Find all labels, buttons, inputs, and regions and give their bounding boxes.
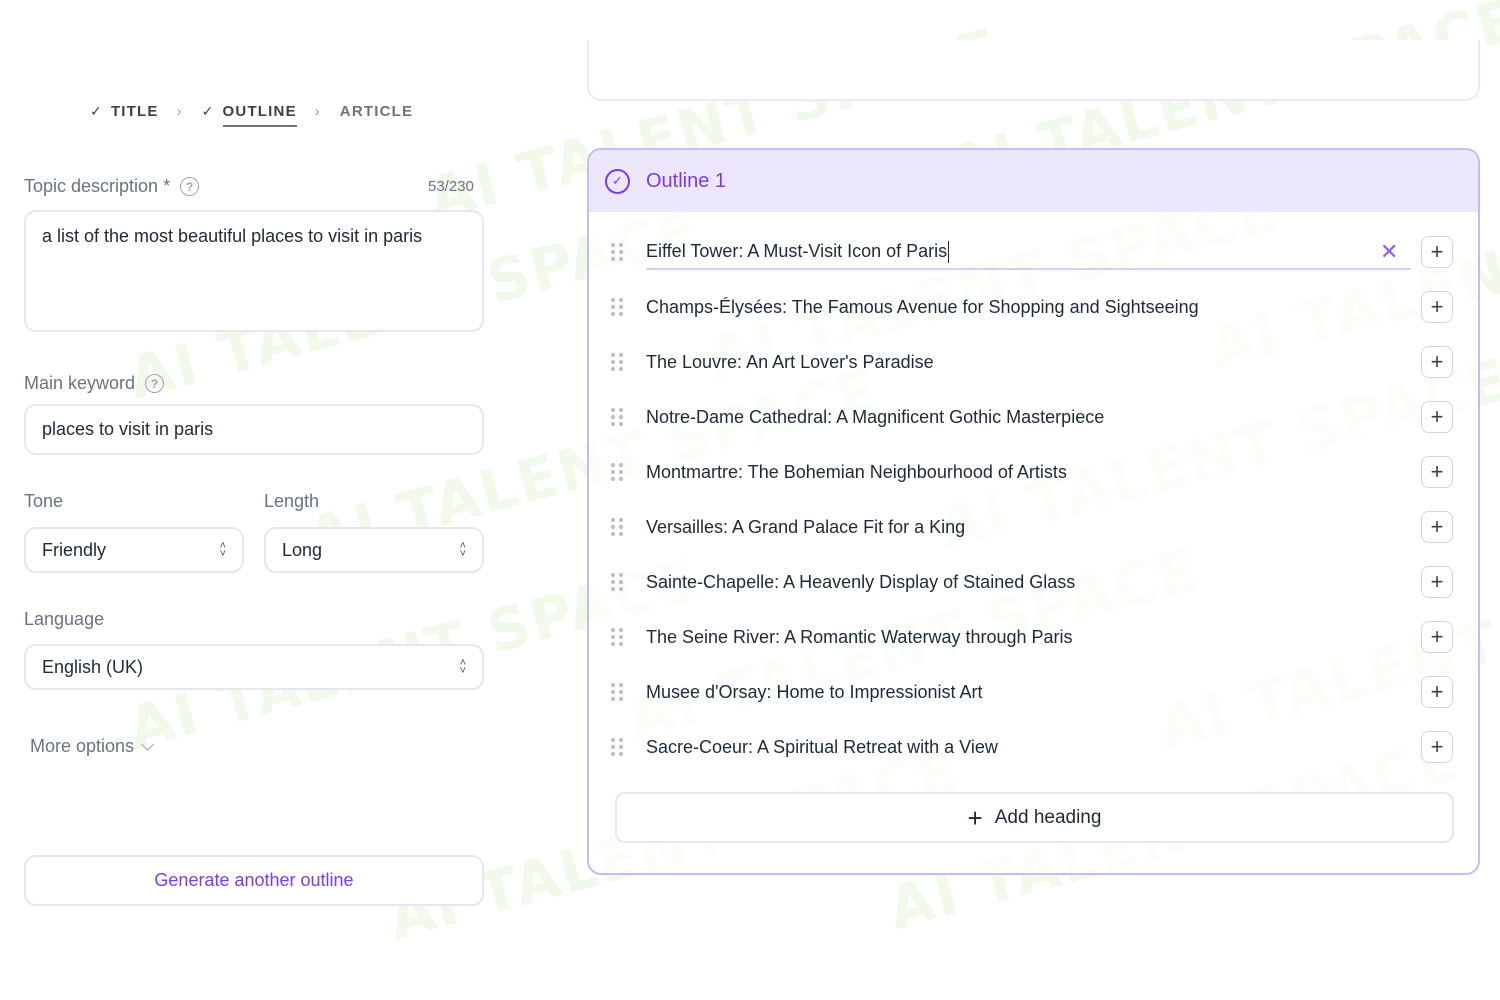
drag-handle-icon[interactable] <box>611 683 623 701</box>
length-select[interactable]: Long ˄ ˅ <box>264 527 484 573</box>
topic-description-textarea[interactable]: a list of the most beautiful places to v… <box>24 210 484 332</box>
drag-handle-icon[interactable] <box>611 408 623 426</box>
language-label: Language <box>24 609 105 629</box>
add-subheading-button[interactable]: + <box>1421 731 1453 763</box>
outline-heading-row[interactable]: The Louvre: An Art Lover's Paradise + <box>589 342 1478 382</box>
heading-text[interactable]: Sacre-Coeur: A Spiritual Retreat with a … <box>646 737 998 758</box>
language-value: English (UK) <box>42 656 144 677</box>
add-subheading-button[interactable]: + <box>1421 511 1453 543</box>
outline-heading-row[interactable]: Notre-Dame Cathedral: A Magnificent Goth… <box>589 397 1478 437</box>
chevron-right-icon: › <box>314 103 320 120</box>
drag-handle-icon[interactable] <box>611 573 623 591</box>
heading-text[interactable]: Notre-Dame Cathedral: A Magnificent Goth… <box>646 407 1104 428</box>
previous-outline-card <box>587 40 1480 101</box>
add-subheading-button[interactable]: + <box>1421 291 1453 323</box>
chevron-down-icon <box>141 737 154 751</box>
outline-heading-row[interactable]: Eiffel Tower: A Must-Visit Icon of Paris… <box>589 232 1478 272</box>
main-keyword-input[interactable]: places to visit in paris <box>24 404 484 455</box>
main-keyword-value: places to visit in paris <box>42 419 214 439</box>
heading-text: Eiffel Tower: A Must-Visit Icon of Paris <box>646 240 948 261</box>
outline-heading-row[interactable]: Champs-Élysées: The Famous Avenue for Sh… <box>589 287 1478 327</box>
outline-title: Outline 1 <box>646 169 727 192</box>
keyword-label: Main keyword ? <box>24 373 165 394</box>
topic-description-value: a list of the most beautiful places to v… <box>42 226 423 246</box>
more-options-label: More options <box>30 736 135 756</box>
length-value: Long <box>282 539 323 560</box>
check-circle-icon: ✓ <box>605 168 630 194</box>
outline-heading-row[interactable]: Versailles: A Grand Palace Fit for a Kin… <box>589 507 1478 547</box>
step-article[interactable]: ARTICLE <box>340 103 413 120</box>
generate-another-outline-button[interactable]: Generate another outline <box>24 855 484 906</box>
heading-text[interactable]: Versailles: A Grand Palace Fit for a Kin… <box>646 517 965 538</box>
add-subheading-button[interactable]: + <box>1421 236 1453 268</box>
tone-label: Tone <box>24 491 64 511</box>
heading-text[interactable]: The Seine River: A Romantic Waterway thr… <box>646 627 1073 648</box>
keyword-label-text: Main keyword <box>24 373 136 393</box>
drag-handle-icon[interactable] <box>611 463 623 481</box>
language-select[interactable]: English (UK) ˄ ˅ <box>24 644 484 690</box>
add-subheading-button[interactable]: + <box>1421 621 1453 653</box>
topic-label: Topic description * ? <box>24 176 200 197</box>
close-icon[interactable]: ✕ <box>1380 241 1398 263</box>
heading-input[interactable]: Eiffel Tower: A Must-Visit Icon of Paris <box>646 240 950 264</box>
plus-icon: + <box>967 802 983 833</box>
character-counter: 53/230 <box>428 178 474 195</box>
check-icon: ✓ <box>201 103 215 119</box>
length-label: Length <box>264 491 320 511</box>
outline-heading-row[interactable]: Sainte-Chapelle: A Heavenly Display of S… <box>589 562 1478 602</box>
step-label: TITLE <box>110 103 159 120</box>
edit-underline <box>646 268 1411 270</box>
step-outline[interactable]: ✓ OUTLINE <box>202 96 297 127</box>
check-icon: ✓ <box>90 103 103 119</box>
tone-value: Friendly <box>42 539 107 560</box>
add-heading-label: Add heading <box>994 806 1102 828</box>
add-subheading-button[interactable]: + <box>1421 401 1453 433</box>
drag-handle-icon[interactable] <box>611 738 623 756</box>
topic-label-text: Topic description * <box>24 176 171 196</box>
help-circle-icon[interactable]: ? <box>180 177 200 196</box>
chevron-up-down-icon: ˄ ˅ <box>459 657 466 677</box>
drag-handle-icon[interactable] <box>611 298 623 316</box>
drag-handle-icon[interactable] <box>611 518 623 536</box>
outline-heading-row[interactable]: Sacre-Coeur: A Spiritual Retreat with a … <box>589 727 1478 767</box>
add-subheading-button[interactable]: + <box>1421 676 1453 708</box>
add-subheading-button[interactable]: + <box>1421 566 1453 598</box>
more-options-toggle[interactable]: More options <box>30 736 154 757</box>
step-label: ARTICLE <box>339 103 414 120</box>
step-label: OUTLINE <box>222 103 297 127</box>
add-subheading-button[interactable]: + <box>1421 456 1453 488</box>
drag-handle-icon[interactable] <box>611 628 623 646</box>
outline-heading-row[interactable]: Montmartre: The Bohemian Neighbourhood o… <box>589 452 1478 492</box>
outline-heading-row[interactable]: Musee d'Orsay: Home to Impressionist Art… <box>589 672 1478 712</box>
outline-card[interactable]: ✓ Outline 1 Eiffel Tower: A Must-Visit I… <box>587 148 1480 875</box>
chevron-right-icon: › <box>176 103 182 120</box>
tone-select[interactable]: Friendly ˄ ˅ <box>24 527 244 573</box>
heading-text[interactable]: Montmartre: The Bohemian Neighbourhood o… <box>646 462 1067 483</box>
outline-header[interactable]: ✓ Outline 1 <box>589 150 1478 212</box>
chevron-up-down-icon: ˄ ˅ <box>219 540 226 560</box>
heading-text[interactable]: Champs-Élysées: The Famous Avenue for Sh… <box>646 297 1199 318</box>
drag-handle-icon[interactable] <box>611 353 623 371</box>
add-subheading-button[interactable]: + <box>1421 346 1453 378</box>
help-circle-icon[interactable]: ? <box>145 374 165 393</box>
outline-heading-row[interactable]: The Seine River: A Romantic Waterway thr… <box>589 617 1478 657</box>
heading-text[interactable]: Musee d'Orsay: Home to Impressionist Art <box>646 682 983 703</box>
heading-text[interactable]: The Louvre: An Art Lover's Paradise <box>646 352 934 373</box>
text-caret <box>948 241 950 264</box>
add-heading-button[interactable]: + Add heading <box>615 792 1454 843</box>
chevron-up-down-icon: ˄ ˅ <box>459 540 466 560</box>
drag-handle-icon[interactable] <box>611 243 623 261</box>
progress-stepper: ✓ TITLE › ✓ OUTLINE › ARTICLE <box>90 96 413 127</box>
step-title[interactable]: ✓ TITLE <box>90 103 159 120</box>
heading-text[interactable]: Sainte-Chapelle: A Heavenly Display of S… <box>646 572 1075 593</box>
